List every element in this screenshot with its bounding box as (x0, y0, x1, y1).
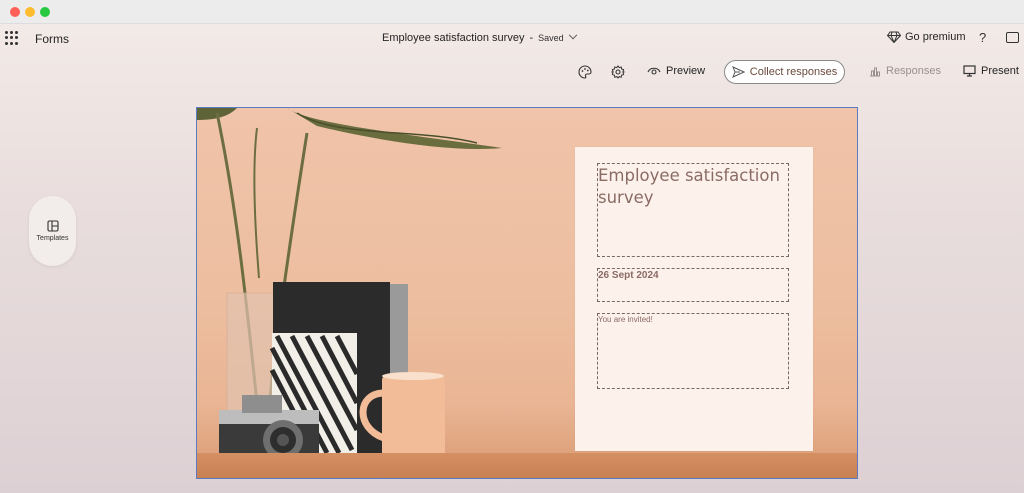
chevron-down-icon[interactable] (568, 30, 577, 40)
document-title[interactable]: Employee satisfaction survey (382, 32, 524, 44)
monitor-icon (963, 65, 976, 77)
go-premium-label: Go premium (905, 31, 966, 43)
app-launcher-icon[interactable] (5, 31, 19, 45)
save-status: Saved (538, 33, 564, 43)
gear-icon[interactable] (611, 65, 625, 79)
send-icon (731, 66, 745, 78)
minimize-window-button[interactable] (25, 7, 35, 17)
eye-icon (647, 67, 661, 75)
app-name[interactable]: Forms (35, 32, 69, 46)
title-separator: - (529, 32, 534, 44)
template-layout-icon (46, 220, 59, 232)
bar-chart-icon (870, 67, 880, 76)
cover-shelf (197, 453, 857, 478)
cover-description-field[interactable]: You are invited! (597, 313, 789, 389)
form-cover-canvas[interactable]: Employee satisfaction survey 26 Sept 202… (196, 107, 858, 479)
cover-title-field[interactable]: Employee satisfaction survey (597, 163, 789, 257)
diamond-icon (887, 31, 901, 43)
window-titlebar (0, 0, 1024, 24)
preview-label: Preview (666, 65, 706, 77)
app-header: Forms Employee satisfaction survey - Saved… (0, 24, 1024, 54)
go-premium-button[interactable]: Go premium (887, 31, 966, 43)
templates-button[interactable]: Templates (29, 196, 76, 266)
responses-button[interactable]: Responses (869, 65, 941, 77)
responses-label: Responses (886, 65, 942, 77)
collect-responses-button[interactable]: Collect responses (724, 60, 845, 84)
present-button[interactable]: Present (963, 65, 1019, 77)
present-label: Present (981, 65, 1019, 77)
close-window-button[interactable] (10, 7, 20, 17)
templates-label: Templates (36, 235, 69, 242)
feedback-icon[interactable] (1006, 32, 1019, 43)
collect-responses-label: Collect responses (749, 66, 838, 78)
help-icon[interactable]: ? (979, 30, 986, 45)
preview-button[interactable]: Preview (647, 65, 705, 77)
form-toolbar: Preview Collect responses Responses Pres… (0, 58, 1024, 86)
cover-date-text: 26 Sept 2024 (598, 270, 659, 281)
maximize-window-button[interactable] (40, 7, 50, 17)
theme-palette-icon[interactable] (578, 65, 592, 79)
cover-description-text: You are invited! (598, 315, 653, 324)
cover-text-card: Employee satisfaction survey 26 Sept 202… (575, 147, 813, 451)
document-title-bar[interactable]: Employee satisfaction survey - Saved (382, 30, 577, 44)
cover-title-text: Employee satisfaction survey (598, 166, 780, 207)
cover-date-field[interactable]: 26 Sept 2024 (597, 268, 789, 302)
